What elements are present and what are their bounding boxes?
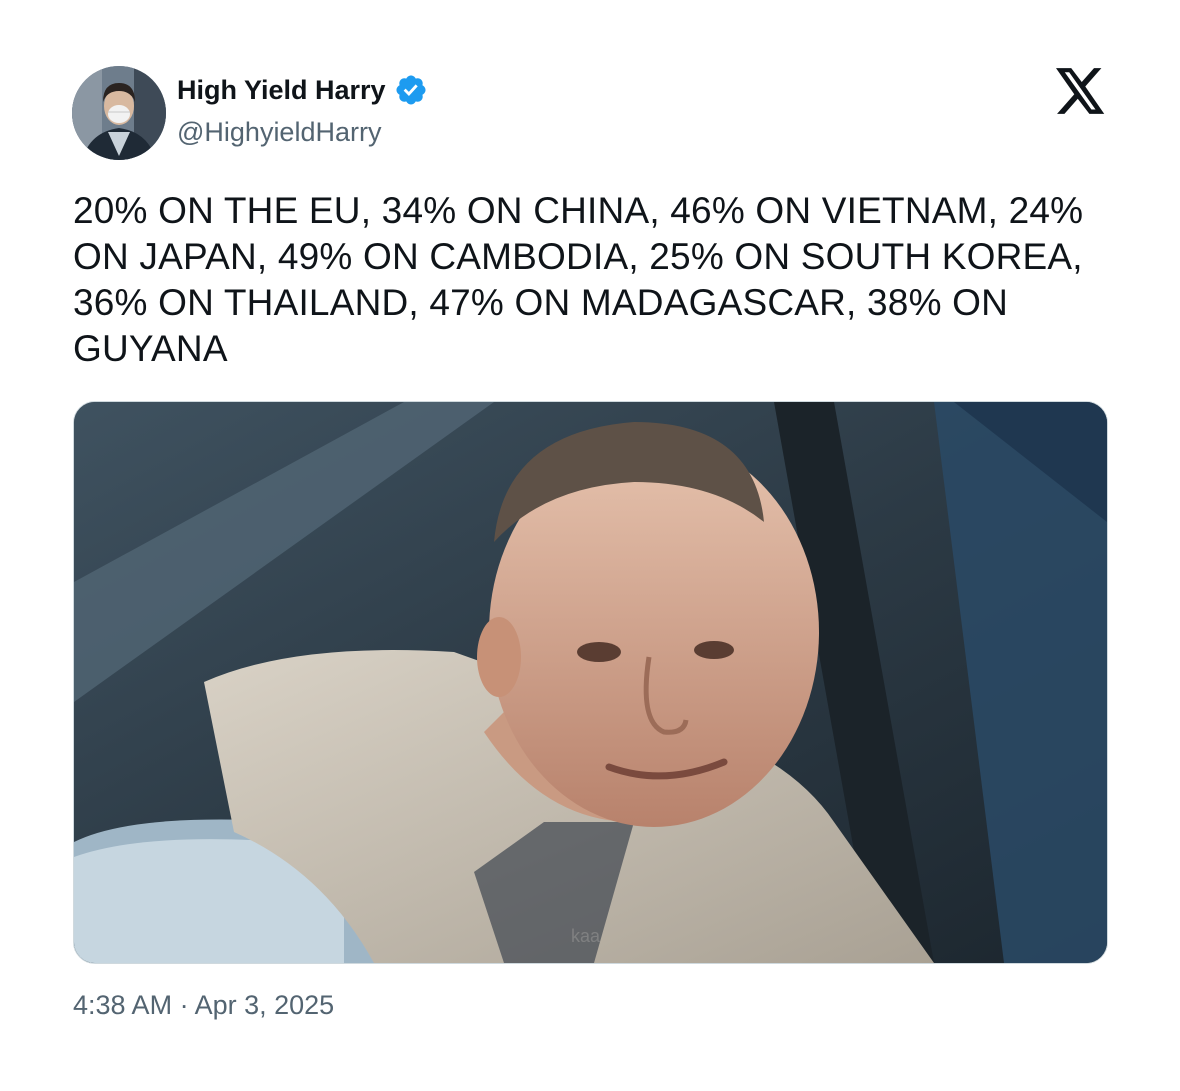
media-watermark: kaa xyxy=(571,926,601,946)
verified-badge-icon xyxy=(394,73,428,107)
x-logo-icon[interactable] xyxy=(1056,68,1106,114)
tweet-media-photo[interactable]: kaa xyxy=(73,401,1108,964)
author-display-name[interactable]: High Yield Harry xyxy=(177,75,386,106)
author-handle[interactable]: @HighyieldHarry xyxy=(177,117,381,148)
avatar[interactable] xyxy=(72,66,166,160)
tweet-timestamp[interactable]: 4:38 AM · Apr 3, 2025 xyxy=(73,990,334,1021)
tweet-text: 20% ON THE EU, 34% ON CHINA, 46% ON VIET… xyxy=(73,190,1084,369)
